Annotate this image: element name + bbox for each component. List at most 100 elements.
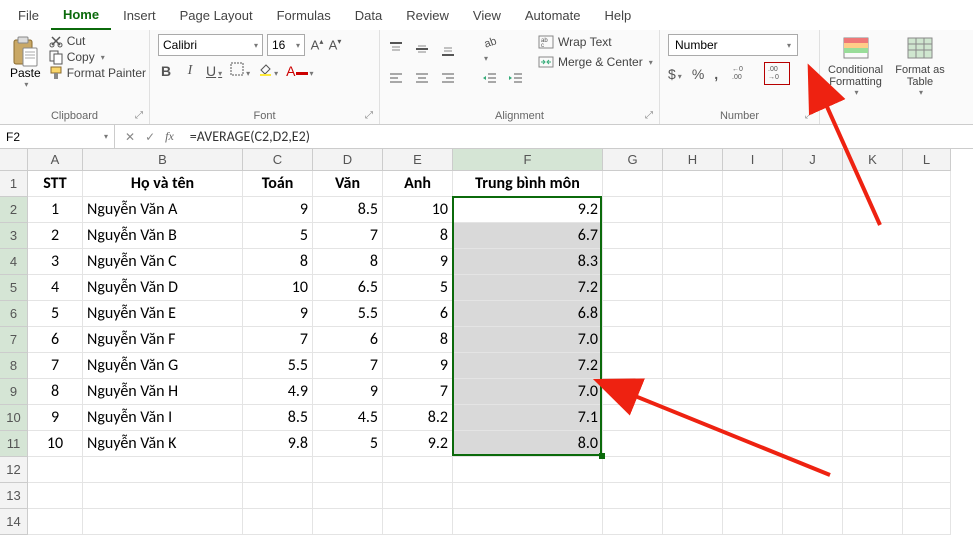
cell-F9[interactable]: 7.0 xyxy=(453,379,603,405)
cell-G8[interactable] xyxy=(603,353,663,379)
cell-C4[interactable]: 8 xyxy=(243,249,313,275)
decrease-decimal-button[interactable]: .00→0 xyxy=(764,62,790,85)
row-header-4[interactable]: 4 xyxy=(0,249,28,275)
cell-I1[interactable] xyxy=(723,171,783,197)
cell-C2[interactable]: 9 xyxy=(243,197,313,223)
cell-D14[interactable] xyxy=(313,509,383,535)
cell-F7[interactable]: 7.0 xyxy=(453,327,603,353)
cell-J10[interactable] xyxy=(783,405,843,431)
cell-F3[interactable]: 6.7 xyxy=(453,223,603,249)
font-name-select[interactable]: Calibri ▾ xyxy=(158,34,263,56)
cell-B14[interactable] xyxy=(83,509,243,535)
cell-L14[interactable] xyxy=(903,509,951,535)
number-format-select[interactable]: Number ▾ xyxy=(668,34,798,56)
menu-tab-automate[interactable]: Automate xyxy=(513,2,593,29)
cell-D8[interactable]: 7 xyxy=(313,353,383,379)
row-header-6[interactable]: 6 xyxy=(0,301,28,327)
cell-D5[interactable]: 6.5 xyxy=(313,275,383,301)
bold-button[interactable]: B xyxy=(158,63,174,79)
cell-I2[interactable] xyxy=(723,197,783,223)
row-header-11[interactable]: 11 xyxy=(0,431,28,457)
menu-tab-formulas[interactable]: Formulas xyxy=(265,2,343,29)
align-bottom-button[interactable] xyxy=(440,41,456,57)
borders-button[interactable]: ▾ xyxy=(230,62,250,79)
cell-B2[interactable]: Nguyễn Văn A xyxy=(83,197,243,223)
cell-A14[interactable] xyxy=(28,509,83,535)
cell-G1[interactable] xyxy=(603,171,663,197)
column-header-K[interactable]: K xyxy=(843,149,903,171)
cell-K11[interactable] xyxy=(843,431,903,457)
spreadsheet-grid[interactable]: ABCDEFGHIJKL 1234567891011121314 STTHọ v… xyxy=(0,149,973,535)
paste-button[interactable]: Paste ▾ xyxy=(8,34,43,91)
column-header-G[interactable]: G xyxy=(603,149,663,171)
cancel-formula-button[interactable]: ✕ xyxy=(125,130,135,144)
cell-C11[interactable]: 9.8 xyxy=(243,431,313,457)
align-center-button[interactable] xyxy=(414,70,430,86)
cell-D9[interactable]: 9 xyxy=(313,379,383,405)
dialog-launcher-icon[interactable]: ⤢ xyxy=(645,110,657,122)
cell-I10[interactable] xyxy=(723,405,783,431)
column-header-E[interactable]: E xyxy=(383,149,453,171)
menu-tab-home[interactable]: Home xyxy=(51,1,111,30)
select-all-corner[interactable] xyxy=(0,149,28,171)
cell-H5[interactable] xyxy=(663,275,723,301)
cell-C5[interactable]: 10 xyxy=(243,275,313,301)
cell-D12[interactable] xyxy=(313,457,383,483)
column-header-B[interactable]: B xyxy=(83,149,243,171)
cell-I13[interactable] xyxy=(723,483,783,509)
cut-button[interactable]: Cut xyxy=(49,34,146,48)
cell-F8[interactable]: 7.2 xyxy=(453,353,603,379)
cell-J4[interactable] xyxy=(783,249,843,275)
cell-G4[interactable] xyxy=(603,249,663,275)
cell-F1[interactable]: Trung bình môn xyxy=(453,171,603,197)
cell-B8[interactable]: Nguyễn Văn G xyxy=(83,353,243,379)
cell-B1[interactable]: Họ và tên xyxy=(83,171,243,197)
cell-D4[interactable]: 8 xyxy=(313,249,383,275)
cell-E8[interactable]: 9 xyxy=(383,353,453,379)
cell-C8[interactable]: 5.5 xyxy=(243,353,313,379)
italic-button[interactable]: I xyxy=(182,63,198,79)
cell-K4[interactable] xyxy=(843,249,903,275)
align-left-button[interactable] xyxy=(388,70,404,86)
cell-B6[interactable]: Nguyễn Văn E xyxy=(83,301,243,327)
cell-K7[interactable] xyxy=(843,327,903,353)
column-header-I[interactable]: I xyxy=(723,149,783,171)
cell-F11[interactable]: 8.0 xyxy=(453,431,603,457)
cell-H14[interactable] xyxy=(663,509,723,535)
cell-E13[interactable] xyxy=(383,483,453,509)
row-header-8[interactable]: 8 xyxy=(0,353,28,379)
cell-L4[interactable] xyxy=(903,249,951,275)
cell-I11[interactable] xyxy=(723,431,783,457)
cell-L2[interactable] xyxy=(903,197,951,223)
font-color-button[interactable]: A▾ xyxy=(286,63,313,79)
cell-C7[interactable]: 7 xyxy=(243,327,313,353)
cell-K2[interactable] xyxy=(843,197,903,223)
cell-H6[interactable] xyxy=(663,301,723,327)
cell-L5[interactable] xyxy=(903,275,951,301)
cell-D10[interactable]: 4.5 xyxy=(313,405,383,431)
cell-E2[interactable]: 10 xyxy=(383,197,453,223)
cell-B11[interactable]: Nguyễn Văn K xyxy=(83,431,243,457)
cell-J14[interactable] xyxy=(783,509,843,535)
cell-D2[interactable]: 8.5 xyxy=(313,197,383,223)
cell-H11[interactable] xyxy=(663,431,723,457)
cell-J2[interactable] xyxy=(783,197,843,223)
column-header-D[interactable]: D xyxy=(313,149,383,171)
copy-button[interactable]: Copy ▾ xyxy=(49,50,146,64)
cell-H13[interactable] xyxy=(663,483,723,509)
column-header-L[interactable]: L xyxy=(903,149,951,171)
formula-input[interactable]: =AVERAGE(C2,D2,E2) xyxy=(184,128,973,145)
fill-color-button[interactable]: ▾ xyxy=(258,62,278,79)
increase-font-button[interactable]: A▴ xyxy=(309,37,325,52)
cell-G6[interactable] xyxy=(603,301,663,327)
cell-J13[interactable] xyxy=(783,483,843,509)
font-size-select[interactable]: 16 ▾ xyxy=(267,34,305,56)
cell-A11[interactable]: 10 xyxy=(28,431,83,457)
cell-A12[interactable] xyxy=(28,457,83,483)
cell-E9[interactable]: 7 xyxy=(383,379,453,405)
cell-L1[interactable] xyxy=(903,171,951,197)
percent-format-button[interactable]: % xyxy=(692,66,704,82)
cell-F10[interactable]: 7.1 xyxy=(453,405,603,431)
decrease-font-button[interactable]: A▾ xyxy=(327,37,343,52)
cell-F14[interactable] xyxy=(453,509,603,535)
